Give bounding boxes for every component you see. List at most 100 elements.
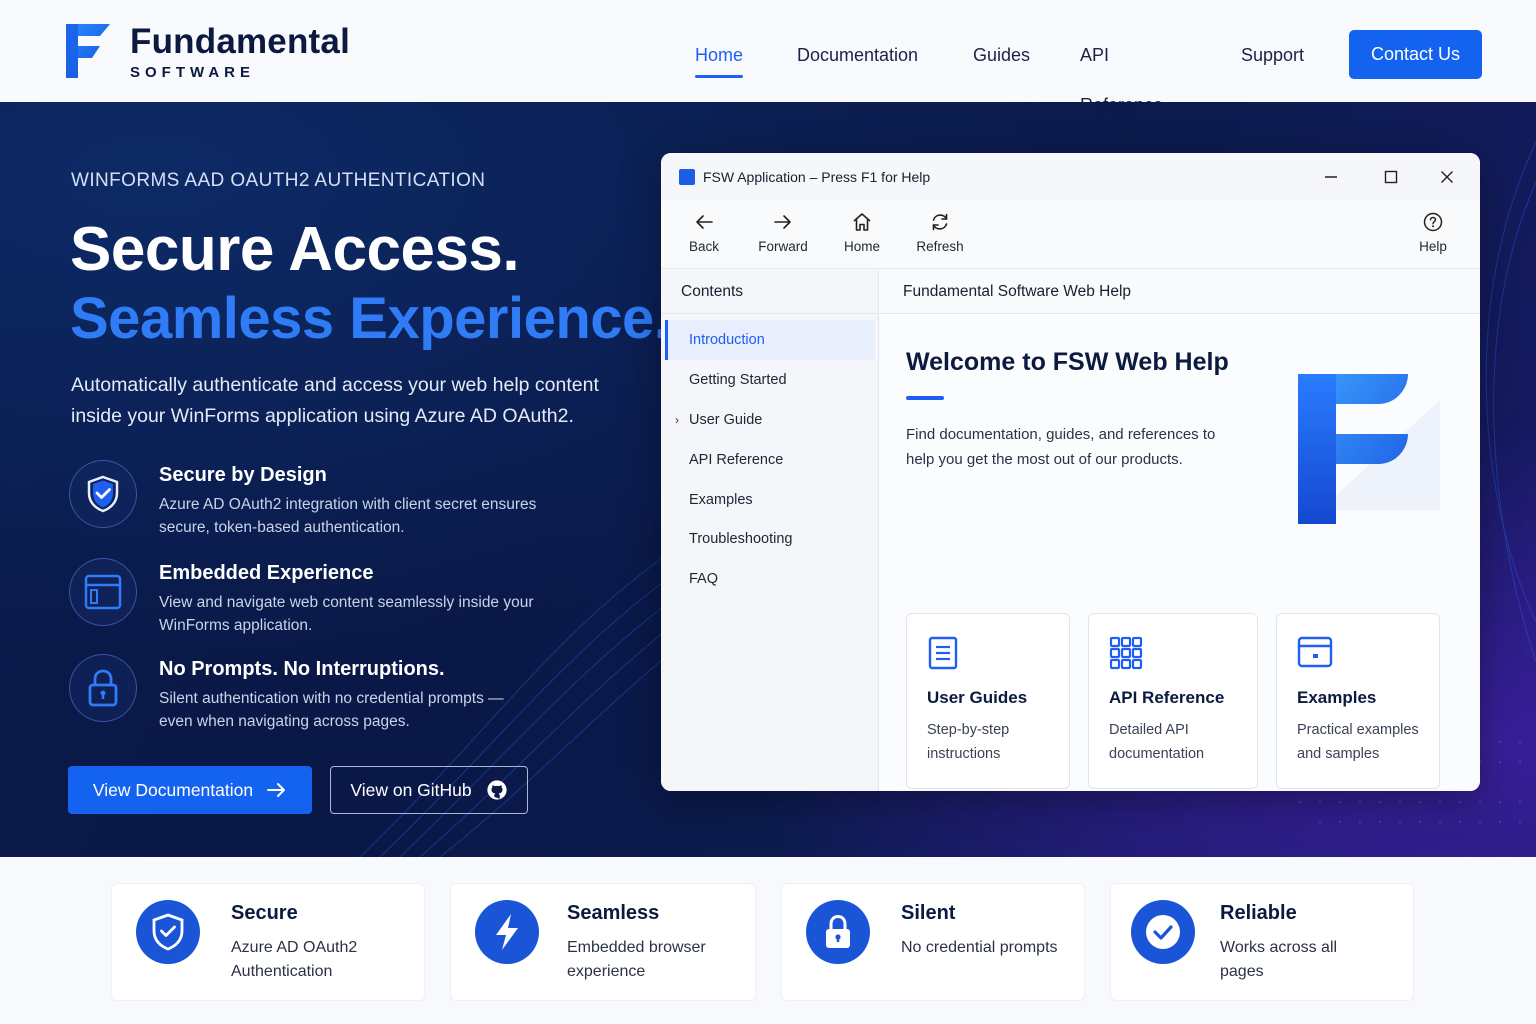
fundamental-large-logo-icon xyxy=(1298,374,1440,524)
nav-home[interactable]: Home xyxy=(679,30,759,80)
button-label: View Documentation xyxy=(92,779,254,800)
toolbar-label: Refresh xyxy=(916,239,964,254)
feature-embedded-experience: Embedded Experience View and navigate we… xyxy=(69,558,589,638)
nav-documentation[interactable]: Documentation xyxy=(781,30,934,80)
feature-title: Secure xyxy=(231,902,298,924)
card-title: Examples xyxy=(1297,688,1377,707)
contents-sidebar: Contents Introduction Getting Started › … xyxy=(661,270,879,791)
hero-title-line1: Secure Access. xyxy=(70,215,520,284)
help-content-pane: Fundamental Software Web Help Welcome to… xyxy=(880,270,1480,791)
contact-us-button[interactable]: Contact Us xyxy=(1349,30,1482,79)
check-circle-icon xyxy=(1131,900,1195,964)
brand-subtitle: SOFTWARE xyxy=(130,64,255,81)
back-button[interactable]: Back xyxy=(669,209,739,254)
code-blocks-icon xyxy=(1109,636,1143,675)
feature-title: Secure by Design xyxy=(159,464,327,486)
button-label: View on GitHub xyxy=(350,779,472,800)
nav-support[interactable]: Support xyxy=(1225,30,1320,80)
shield-check-icon xyxy=(69,460,137,528)
minimize-button[interactable] xyxy=(1311,165,1351,189)
card-desc: Step-by-step instructions xyxy=(927,722,1010,762)
forward-button[interactable]: Forward xyxy=(748,209,818,254)
sidebar-item-label: API Reference xyxy=(689,452,784,468)
sidebar-item-label: Introduction xyxy=(689,332,765,348)
bottom-features: Secure Azure AD OAuth2 Authentication Se… xyxy=(0,857,1536,1024)
refresh-button[interactable]: Refresh xyxy=(905,209,975,254)
chevron-right-icon[interactable]: › xyxy=(675,400,679,440)
feature-title: No Prompts. No Interruptions. xyxy=(159,658,445,680)
feature-title: Silent xyxy=(901,902,956,924)
sidebar-item-faq[interactable]: FAQ xyxy=(665,559,875,599)
card-desc: Detailed API documentation xyxy=(1109,722,1205,762)
card-examples[interactable]: Examples Practical examples and samples xyxy=(1276,613,1440,789)
hero-eyebrow: WINFORMS AAD OAUTH2 AUTHENTICATION xyxy=(71,170,486,191)
feature-desc: Silent authentication with no credential… xyxy=(159,690,504,730)
maximize-button[interactable] xyxy=(1371,165,1411,189)
nav-api-reference[interactable]: API Reference xyxy=(1064,30,1179,115)
close-button[interactable] xyxy=(1427,165,1467,189)
arrow-right-icon xyxy=(748,209,818,235)
refresh-icon xyxy=(905,209,975,235)
sidebar-item-introduction[interactable]: Introduction xyxy=(665,320,875,360)
sidebar-item-label: Examples xyxy=(689,492,753,508)
hero-section: WINFORMS AAD OAUTH2 AUTHENTICATION Secur… xyxy=(0,102,1536,857)
lock-icon xyxy=(69,654,137,722)
feature-desc: Embedded browser experience xyxy=(567,939,706,980)
card-title: User Guides xyxy=(927,688,1028,707)
feature-card-secure: Secure Azure AD OAuth2 Authentication xyxy=(111,883,425,1001)
card-api-reference[interactable]: API Reference Detailed API documentation xyxy=(1088,613,1258,789)
view-on-github-button[interactable]: View on GitHub xyxy=(330,766,528,814)
help-circle-icon xyxy=(1398,209,1468,235)
home-button[interactable]: Home xyxy=(827,209,897,254)
feature-card-reliable: Reliable Works across all pages xyxy=(1110,883,1414,1001)
view-documentation-button[interactable]: View Documentation xyxy=(68,766,312,814)
feature-title: Embedded Experience xyxy=(159,562,374,584)
sidebar-item-label: User Guide xyxy=(689,412,763,428)
arrow-right-icon xyxy=(267,782,287,798)
site-header: Fundamental SOFTWARE Home Documentation … xyxy=(0,0,1536,115)
lock-icon xyxy=(806,900,870,964)
sidebar-item-api-reference[interactable]: API Reference xyxy=(665,440,875,480)
window-titlebar: FSW Application – Press F1 for Help xyxy=(661,153,1480,201)
toolbar-label: Forward xyxy=(758,239,808,254)
home-icon xyxy=(827,209,897,235)
sidebar-item-label: FAQ xyxy=(689,571,719,587)
fundamental-logo-icon xyxy=(66,24,110,78)
brand-name: Fundamental xyxy=(130,22,350,61)
hero-title-line2: Seamless Experience. xyxy=(70,286,670,351)
github-icon xyxy=(486,779,508,801)
document-icon xyxy=(927,636,959,675)
app-icon xyxy=(679,169,695,185)
sidebar-item-label: Getting Started xyxy=(689,372,787,388)
feature-no-prompts: No Prompts. No Interruptions. Silent aut… xyxy=(69,654,589,734)
sidebar-item-getting-started[interactable]: Getting Started xyxy=(665,360,875,400)
sidebar-item-troubleshooting[interactable]: Troubleshooting xyxy=(665,519,875,559)
window-icon xyxy=(1297,636,1333,673)
shield-check-icon xyxy=(136,900,200,964)
feature-desc: Azure AD OAuth2 Authentication xyxy=(231,939,358,980)
hero-lead: Automatically authenticate and access yo… xyxy=(71,374,599,427)
help-button[interactable]: Help xyxy=(1398,209,1468,254)
brand-logo[interactable]: Fundamental SOFTWARE xyxy=(64,22,350,81)
feature-desc: Works across all pages xyxy=(1220,939,1338,980)
browser-window-icon xyxy=(69,558,137,626)
nav-guides[interactable]: Guides xyxy=(957,30,1046,80)
toolbar-label: Home xyxy=(843,239,880,254)
browser-toolbar: Back Forward Home Refresh Help xyxy=(661,201,1480,269)
card-title: API Reference xyxy=(1109,688,1225,707)
heading-underline xyxy=(906,396,944,400)
feature-card-seamless: Seamless Embedded browser experience xyxy=(450,883,756,1001)
card-user-guides[interactable]: User Guides Step-by-step instructions xyxy=(906,613,1070,789)
sidebar-item-examples[interactable]: Examples xyxy=(665,480,875,520)
arrow-left-icon xyxy=(669,209,739,235)
sidebar-item-label: Troubleshooting xyxy=(689,531,793,547)
sidebar-item-user-guide[interactable]: › User Guide xyxy=(665,400,875,440)
toolbar-label: Help xyxy=(1419,239,1447,254)
feature-secure-by-design: Secure by Design Azure AD OAuth2 integra… xyxy=(69,460,589,540)
sidebar-header: Contents xyxy=(661,270,878,314)
app-window: FSW Application – Press F1 for Help Back… xyxy=(661,153,1480,791)
toolbar-label: Back xyxy=(688,239,719,254)
window-title: FSW Application – Press F1 for Help xyxy=(703,169,931,185)
feature-desc: View and navigate web content seamlessly… xyxy=(159,594,534,634)
card-desc: Practical examples and samples xyxy=(1297,722,1419,762)
